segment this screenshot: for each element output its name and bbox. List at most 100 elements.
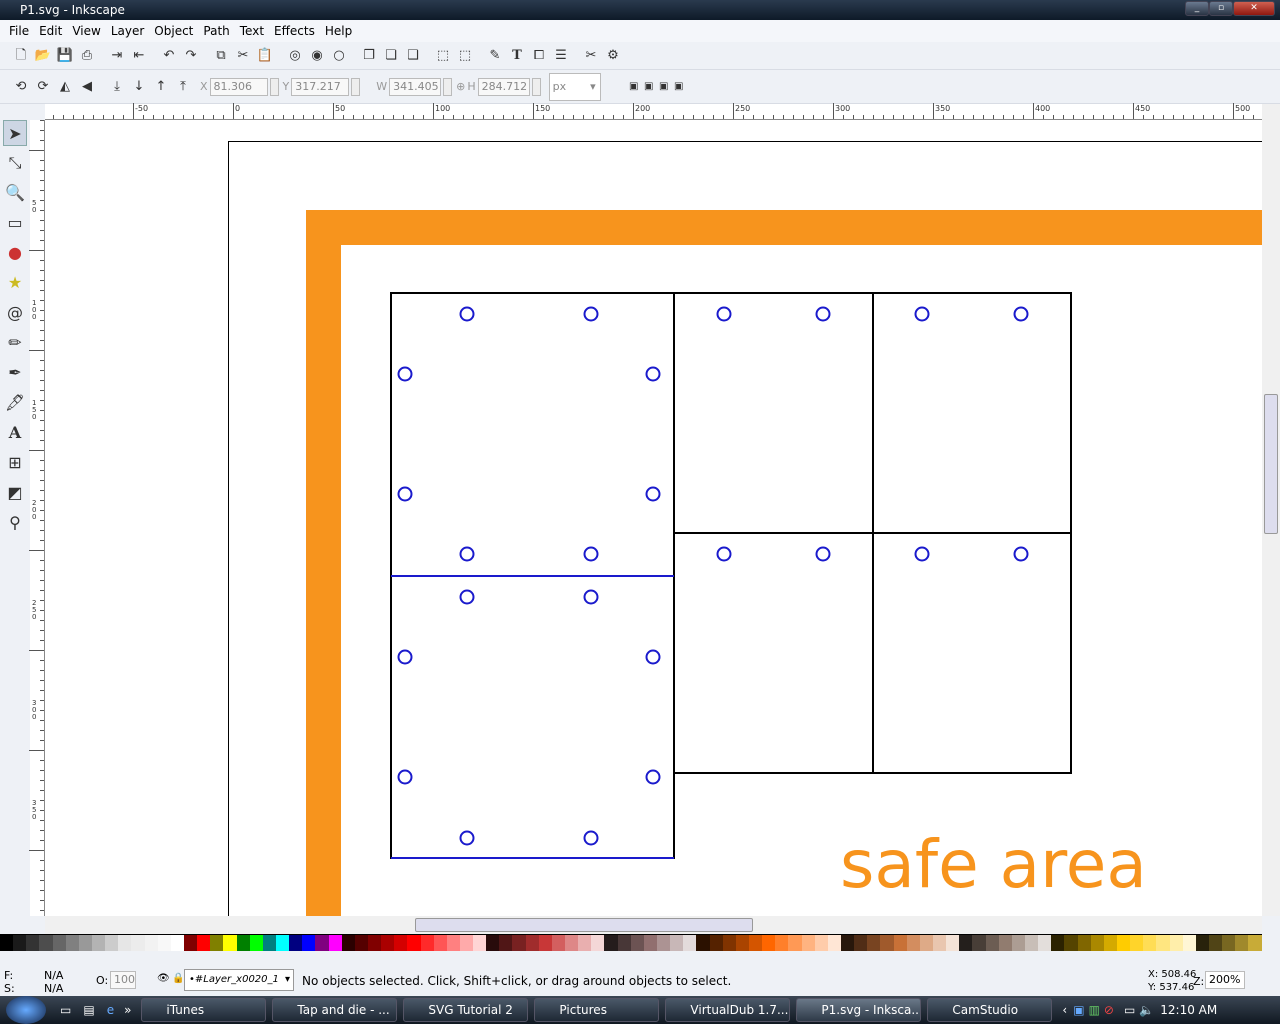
color-swatch[interactable] [946,935,960,951]
color-swatch[interactable] [814,935,828,951]
calligraphy-tool-icon[interactable]: 🖋 [3,390,27,416]
menu-path[interactable]: Path [203,24,229,38]
visibility-icon[interactable]: 👁 [157,973,170,984]
color-swatch[interactable] [1235,935,1249,951]
color-swatch[interactable] [512,935,526,951]
color-swatch[interactable] [1130,935,1144,951]
width-field[interactable]: 341.405 [389,77,442,96]
menu-text[interactable]: Text [240,24,264,38]
color-swatch[interactable] [538,935,552,951]
print-icon[interactable]: ⎙ [77,46,97,66]
color-swatch[interactable] [617,935,631,951]
pen-tool-icon[interactable]: ✒ [3,360,27,386]
color-swatch[interactable] [341,935,355,951]
horizontal-ruler[interactable]: -50 0 50 100 150 200 250 300 350 400 450 500 [45,103,1264,120]
color-swatch[interactable] [709,935,723,951]
color-swatch[interactable] [696,935,710,951]
color-swatch[interactable] [749,935,763,951]
safe-area-label[interactable]: safe area [840,826,1147,903]
color-swatch[interactable] [249,935,263,951]
canvas[interactable]: safe area [45,120,1262,916]
tray-expand-icon[interactable]: ‹ [1062,1003,1067,1017]
menu-layer[interactable]: Layer [111,24,144,38]
undo-icon[interactable]: ↶ [159,46,179,66]
color-swatch[interactable] [841,935,855,951]
color-swatch[interactable] [157,935,171,951]
color-swatch[interactable] [1182,935,1196,951]
color-swatch[interactable] [183,935,198,951]
color-swatch[interactable] [262,935,276,951]
color-swatch[interactable] [223,935,237,951]
color-swatch[interactable] [775,935,789,951]
color-swatch[interactable] [670,935,684,951]
internet-explorer-icon[interactable]: e [107,1003,114,1017]
color-swatch[interactable] [0,935,14,951]
color-swatch[interactable] [735,935,750,951]
color-swatch[interactable] [1051,935,1065,951]
vertical-scroll-thumb[interactable] [1264,394,1278,534]
align-icon[interactable]: ☰ [551,46,571,66]
paste-icon[interactable]: 📋 [255,46,275,66]
color-swatch[interactable] [315,935,329,951]
horizontal-scrollbar[interactable] [45,916,1262,934]
color-swatch[interactable] [551,935,566,951]
move-patterns-icon[interactable]: ▣ [669,77,689,97]
rotate-cw-icon[interactable]: ⟳ [33,77,53,97]
color-swatch[interactable] [1222,935,1236,951]
color-swatch[interactable] [643,935,658,951]
color-swatch[interactable] [919,935,933,951]
color-swatch[interactable] [959,935,973,951]
redo-icon[interactable]: ↷ [181,46,201,66]
width-spinner[interactable] [443,77,453,96]
color-swatch[interactable] [39,935,53,951]
color-swatch[interactable] [722,935,736,951]
color-swatch[interactable] [131,935,145,951]
color-swatch[interactable] [26,935,40,951]
taskbar-item[interactable]: iTunes [141,998,267,1022]
menu-file[interactable]: File [9,24,29,38]
preferences-icon[interactable]: ✂ [581,46,601,66]
color-swatch[interactable] [1024,935,1039,951]
color-swatch[interactable] [1077,935,1091,951]
color-swatch[interactable] [1064,935,1078,951]
node-tool-icon[interactable]: ⤡ [3,150,27,176]
color-swatch[interactable] [289,935,303,951]
color-swatch[interactable] [197,935,211,951]
color-swatch[interactable] [210,935,224,951]
color-swatch[interactable] [302,935,316,951]
tray-app-icon[interactable]: ▣ [1073,1003,1084,1017]
y-spinner[interactable] [351,77,361,96]
open-icon[interactable]: 📂 [33,46,53,66]
cut-icon[interactable]: ✂ [233,46,253,66]
color-swatch[interactable] [1011,935,1025,951]
color-swatch[interactable] [236,935,250,951]
flip-vertical-icon[interactable]: ◀ [77,77,97,97]
color-swatch[interactable] [854,935,868,951]
rotate-ccw-icon[interactable]: ⟲ [11,77,31,97]
color-swatch[interactable] [1090,935,1104,951]
color-swatch[interactable] [52,935,66,951]
color-swatch[interactable] [1143,935,1157,951]
color-swatch[interactable] [65,935,79,951]
color-swatch[interactable] [565,935,579,951]
y-field[interactable]: 317.217 [291,77,350,96]
height-spinner[interactable] [531,77,541,96]
color-swatch[interactable] [118,935,132,951]
tray-network-icon[interactable]: ▥ [1089,1003,1100,1017]
menu-view[interactable]: View [72,24,100,38]
lower-icon[interactable]: ↓ [129,77,149,97]
color-swatch[interactable] [788,935,802,951]
lock-icon[interactable]: ⊕ [456,80,465,93]
color-swatch[interactable] [91,935,106,951]
import-icon[interactable]: ⇥ [107,46,127,66]
color-swatch[interactable] [105,935,119,951]
show-desktop-icon[interactable]: ▭ [60,1003,71,1017]
start-button[interactable] [6,996,46,1024]
star-tool-icon[interactable]: ★ [3,270,27,296]
layer-select[interactable]: •#Layer_x0020_1 ▾ [184,969,294,991]
taskbar-item[interactable]: SVG Tutorial 2 [403,998,529,1022]
save-icon[interactable]: 💾 [55,46,75,66]
maximize-button[interactable]: ▫ [1209,1,1233,16]
unit-select[interactable]: px ▾ [548,72,601,101]
color-swatch[interactable] [906,935,920,951]
